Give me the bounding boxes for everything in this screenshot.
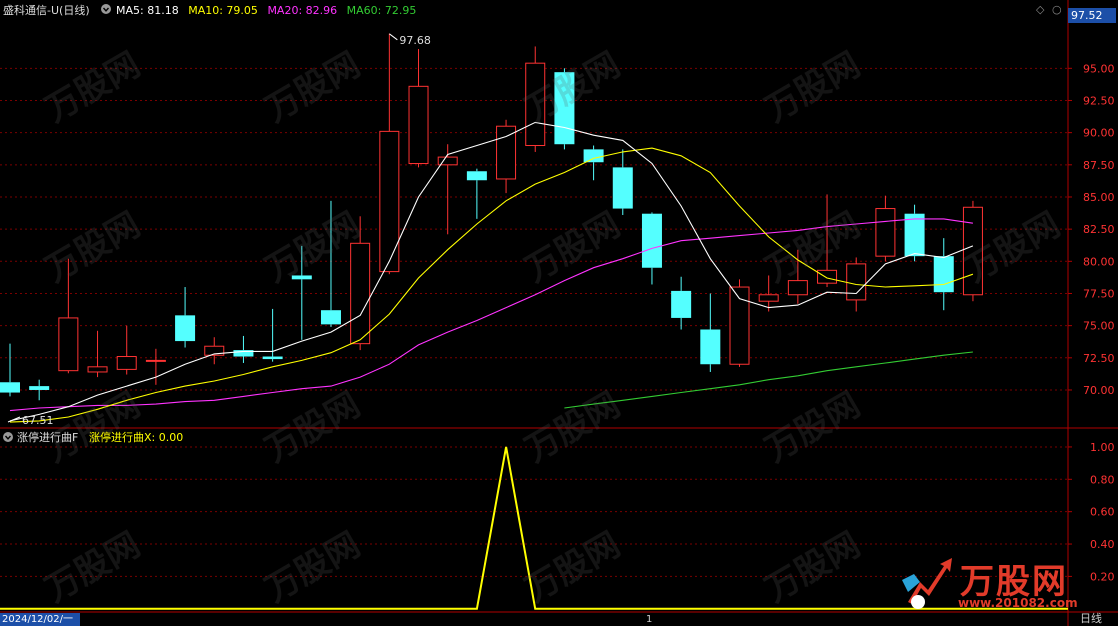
indicator-tick-label: 0.80 <box>1090 473 1115 486</box>
candle-body <box>875 208 896 257</box>
logo-url-text: www.201082.com <box>958 596 1078 610</box>
ma5-label: MA5: 81.18 <box>116 4 179 17</box>
candle-body <box>145 359 166 362</box>
diamond-icon[interactable]: ◇ <box>1036 3 1044 17</box>
price-tick-label: 92.50 <box>1083 94 1115 107</box>
indicator-tick-label: 0.40 <box>1090 538 1115 551</box>
candle-body <box>87 366 108 373</box>
candle-body <box>29 386 50 390</box>
candle <box>671 276 692 330</box>
candle-body <box>262 356 283 360</box>
price-tick-label: 90.00 <box>1083 127 1115 140</box>
stock-title[interactable]: 盛科通信-U(日线) <box>3 4 90 18</box>
candle <box>875 195 896 262</box>
candle-body <box>933 256 954 293</box>
price-tick-label: 75.00 <box>1083 320 1115 333</box>
candle-body <box>817 269 838 284</box>
candle-body <box>700 329 721 365</box>
candle <box>612 149 633 215</box>
candle-body <box>758 294 779 302</box>
candle-body <box>846 263 867 301</box>
candle-body <box>58 317 79 372</box>
candle-body <box>904 213 925 257</box>
candle-body <box>116 356 137 370</box>
candle <box>116 325 137 375</box>
price-tick-label: 85.00 <box>1083 191 1115 204</box>
settings-circle-icon[interactable] <box>101 4 111 18</box>
candle <box>29 379 50 401</box>
ma10-line <box>9 147 974 423</box>
candle <box>175 287 196 348</box>
candle <box>496 119 517 194</box>
date-cursor-label: 2024/12/02/一 <box>0 613 80 626</box>
candle-body <box>641 213 662 268</box>
indicator-tick-label: 0.60 <box>1090 506 1115 519</box>
candle-body <box>175 315 196 342</box>
candle <box>583 145 604 181</box>
bull-logo-icon <box>902 558 952 609</box>
price-tick-label: 80.00 <box>1083 255 1115 268</box>
stock-chart-window: 70.00 72.50 75.00 77.50 80.00 82.50 85.00 87.50… <box>0 0 1118 626</box>
ma10-label: MA10: 79.05 <box>188 4 258 17</box>
brand-logo: 万股网 www.201082.com <box>898 552 1098 612</box>
candle <box>204 337 225 365</box>
candle <box>700 293 721 372</box>
indicator-tick-label: 1.00 <box>1090 441 1115 454</box>
price-tick-label: 95.00 <box>1083 62 1115 75</box>
indicator-menu-icon[interactable] <box>3 432 13 446</box>
stock-name: 盛科通信-U <box>3 4 60 17</box>
candle <box>408 49 429 168</box>
candle <box>933 238 954 311</box>
ma20-label: MA20: 82.96 <box>267 4 338 17</box>
price-tick-label: 77.50 <box>1083 287 1115 300</box>
candle <box>466 168 487 219</box>
candle-body <box>320 310 341 325</box>
candle <box>233 335 254 363</box>
annotation-label: 97.68 <box>399 34 431 47</box>
candle-body <box>671 290 692 318</box>
price-annotation: 97.68 <box>389 33 431 47</box>
candle <box>262 308 283 362</box>
ma60-line <box>564 351 973 409</box>
annotation-pointer <box>389 33 398 41</box>
ma-legend: MA5: 81.18 MA10: 79.05 MA20: 82.96 MA60:… <box>116 4 416 18</box>
candle <box>729 279 750 367</box>
ma60-label: MA60: 72.95 <box>346 4 417 17</box>
candle-body <box>408 85 429 165</box>
price-tick-label: 87.50 <box>1083 159 1115 172</box>
indicator-name[interactable]: 涨停进行曲F <box>17 431 78 445</box>
chart-period: (日线) <box>59 4 90 17</box>
current-price-tag: 97.52 <box>1068 8 1116 23</box>
candle-body <box>350 242 371 345</box>
price-tick-label: 72.50 <box>1083 352 1115 365</box>
candle <box>904 204 925 262</box>
circle-icon[interactable]: ○ <box>1052 3 1062 17</box>
candle <box>437 144 458 235</box>
indicator-value: 涨停进行曲X: 0.00 <box>89 431 184 444</box>
candle <box>379 33 400 275</box>
candle-body <box>466 171 487 181</box>
price-tick-label: 82.50 <box>1083 223 1115 236</box>
price-tick-label: 70.00 <box>1083 384 1115 397</box>
period-label[interactable]: 日线 <box>1080 612 1102 626</box>
candle-body <box>612 167 633 209</box>
candle-body <box>0 382 20 393</box>
candle-body <box>496 125 517 180</box>
month-tick-label: 1 <box>646 614 653 625</box>
candle <box>87 330 108 378</box>
candle <box>0 343 20 397</box>
candle-body <box>379 130 400 273</box>
candle-body <box>583 149 604 163</box>
